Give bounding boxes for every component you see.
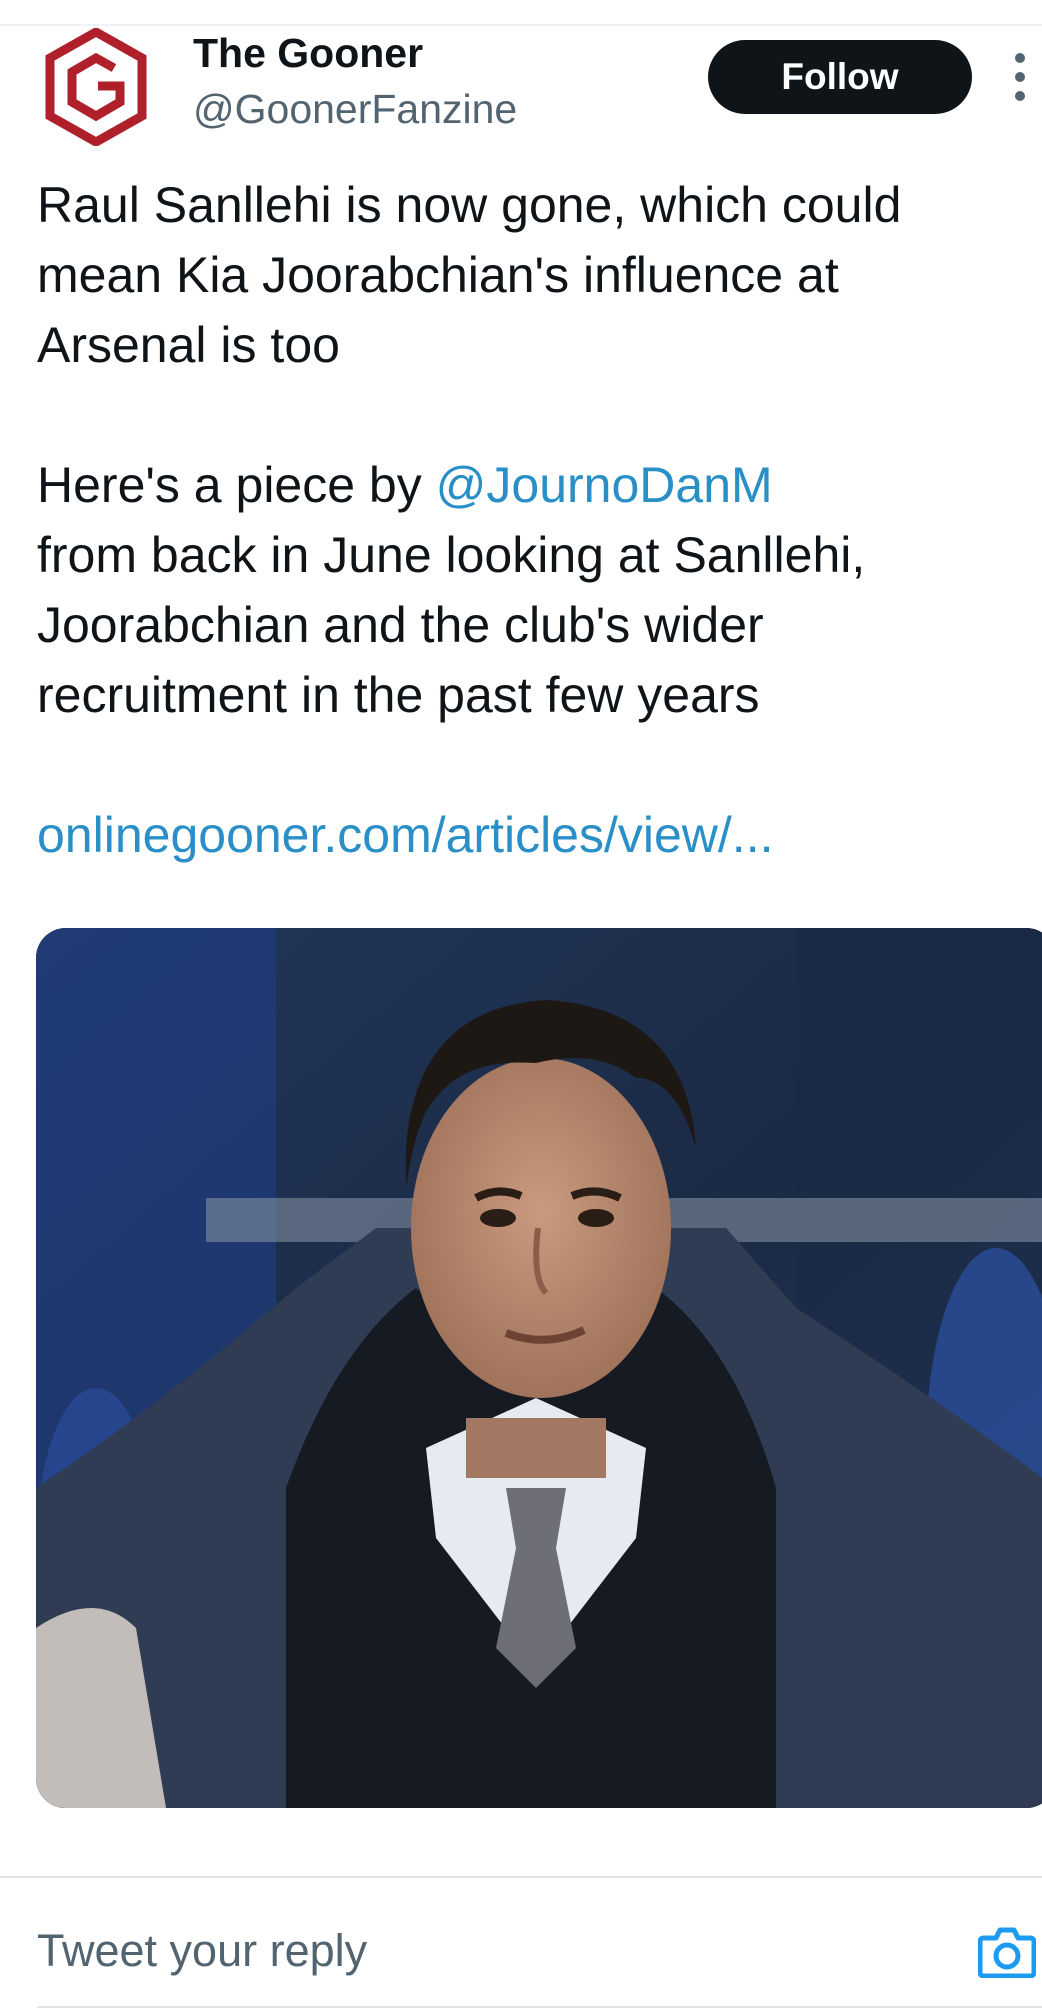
reply-input[interactable]: Tweet your reply [37, 1925, 367, 1977]
tweet-text: Raul Sanllehi is now gone, which could m… [37, 170, 1027, 870]
bottom-divider [37, 2006, 1042, 2008]
more-vertical-icon[interactable] [1012, 50, 1028, 104]
follow-button[interactable]: Follow [708, 40, 972, 114]
tweet-line-prefix: Here's a piece by [37, 457, 436, 513]
tweet-line: from back in June looking at Sanllehi, [37, 527, 866, 583]
mention-link[interactable]: @JournoDanM [436, 457, 773, 513]
author-display-name[interactable]: The Gooner [193, 30, 423, 77]
tweet-line: Here's a piece by @JournoDanM [37, 450, 1027, 520]
author-handle[interactable]: @GoonerFanzine [193, 86, 517, 133]
tweet-line: Arsenal is too [37, 317, 340, 373]
tweet-photo[interactable] [36, 928, 1042, 1808]
gooner-logo-icon[interactable] [44, 26, 148, 148]
photo-illustration [36, 928, 1042, 1808]
tweet-line: Joorabchian and the club's wider [37, 597, 764, 653]
camera-icon[interactable] [977, 1924, 1037, 1979]
tweet-line: mean Kia Joorabchian's influence at [37, 247, 839, 303]
reply-divider [0, 1876, 1042, 1878]
tweet-line: Raul Sanllehi is now gone, which could [37, 177, 902, 233]
article-link[interactable]: onlinegooner.com/articles/view/... [37, 807, 773, 863]
tweet-line: recruitment in the past few years [37, 667, 760, 723]
top-divider [0, 24, 1042, 26]
